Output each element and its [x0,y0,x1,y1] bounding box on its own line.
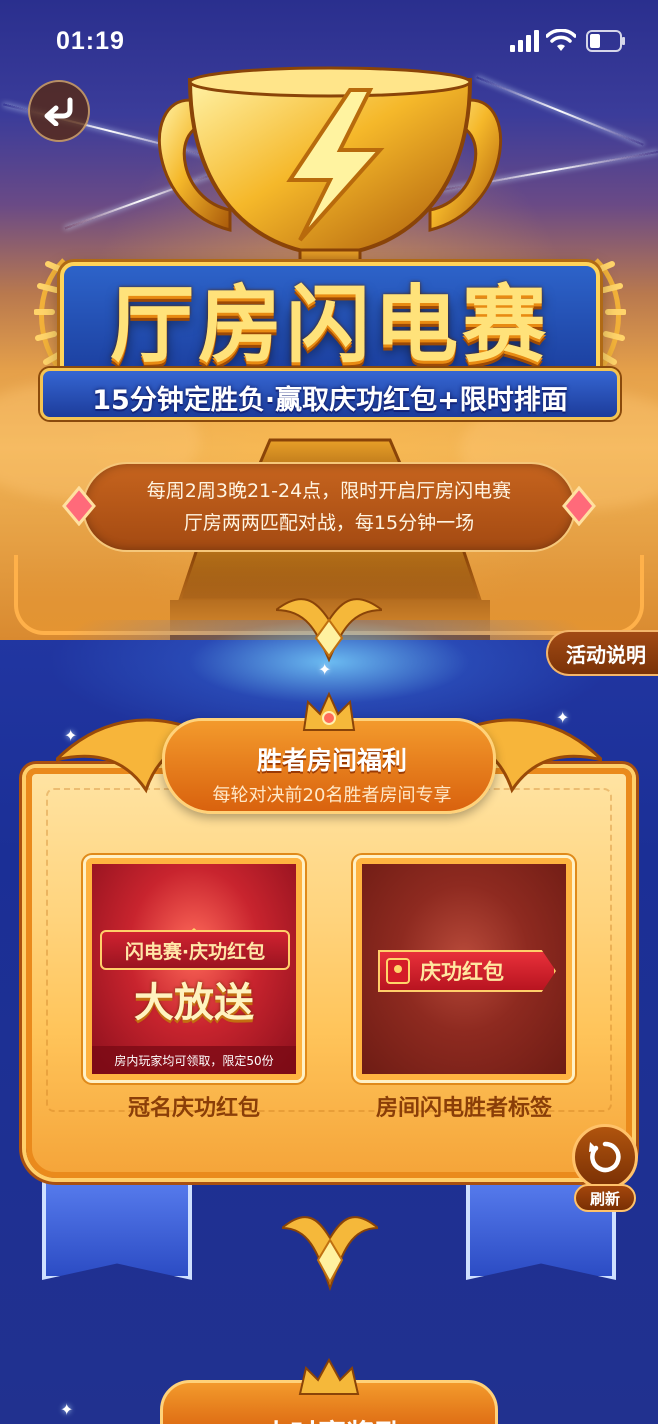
refresh-label-pill: 刷新 [574,1184,636,1212]
page-subtitle: 15分钟定胜负·赢取庆功红包+限时排面 [92,385,568,416]
gem-left-icon [62,486,96,526]
status-bar: 01:19 [0,0,658,80]
reward-card-red-envelope[interactable]: 闪电赛·庆功红包 大放送 房内玩家均可领取，限定50份 [86,858,302,1080]
bottom-diamond-emblem-icon [282,1216,378,1292]
crown-icon [302,691,356,731]
signal-icon [510,30,539,52]
refresh-icon [589,1141,621,1173]
card-label-right: 房间闪电胜者标签 [375,1096,552,1121]
refresh-button[interactable]: 刷新 [572,1124,640,1216]
status-time: 01:19 [56,27,125,55]
schedule-line-1: 每周2周3晚21-24点，限时开启厅房闪电赛 [146,480,512,502]
card-event-title: 闪电赛·庆功红包 [100,930,290,970]
reward-card-winner-tag[interactable]: 庆功红包 [356,858,572,1080]
back-button[interactable] [28,80,90,142]
next-crown-icon [298,1358,360,1395]
benefits-title: 胜者房间福利 [256,746,407,775]
rules-button[interactable]: 活动说明 [546,630,658,676]
refresh-circle [572,1124,638,1190]
refresh-label: 刷新 [589,1189,620,1208]
title-banner: 厅房闪电赛 15分钟定胜负·赢取庆功红包+限时排面 [34,250,626,430]
back-arrow-icon [44,97,73,126]
schedule-line-2: 厅房两两匹配对战，每15分钟一场 [183,512,475,534]
schedule-info-box: 每周2周3晚21-24点，限时开启厅房闪电赛 厅房两两匹配对战，每15分钟一场 [82,462,576,552]
card-note-text: 房内玩家均可领取，限定50份 [114,1053,274,1068]
next-section-title: 小时赛奖励 [163,1413,501,1424]
sparkle-icon: ✦ [60,1400,74,1419]
rules-button-label: 活动说明 [566,642,646,667]
benefits-subtitle: 每轮对决前20名胜者房间专享 [212,785,452,806]
diamond-emblem-icon [276,598,382,663]
gem-right-icon [562,486,596,526]
card-event-title-text: 闪电赛·庆功红包 [124,940,266,963]
winner-tag-text: 庆功红包 [420,960,504,984]
page-title: 厅房闪电赛 [109,276,550,374]
panel-flag-left [42,1170,192,1280]
red-envelope-icon [386,958,410,984]
card-note: 房内玩家均可领取，限定50份 [92,1046,296,1074]
card-label-left: 冠名庆功红包 [127,1096,260,1121]
battery-icon [586,30,625,52]
card-big-text: 大放送 [134,980,254,1026]
wifi-icon [546,29,576,51]
